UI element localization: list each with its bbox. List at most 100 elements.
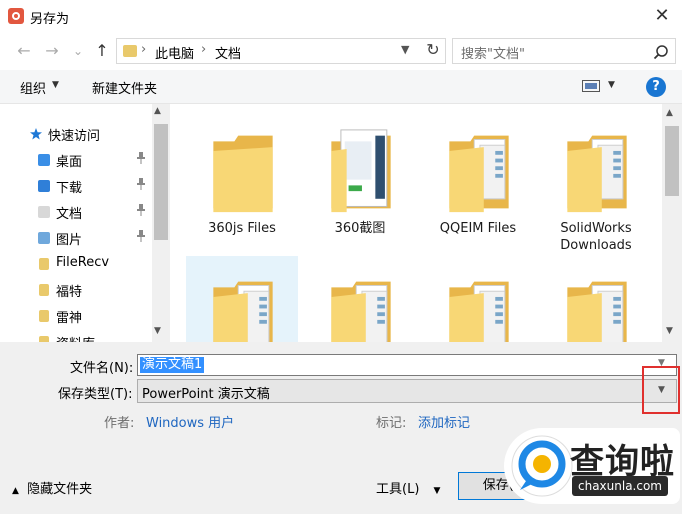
chevron-down-icon[interactable]: ▼: [401, 43, 409, 56]
new-folder-button[interactable]: 新建文件夹: [92, 78, 157, 97]
folder-name: 360js Files: [208, 221, 276, 236]
sidebar-item[interactable]: 文档: [28, 200, 154, 224]
scroll-up-arrow-icon[interactable]: ▲: [154, 106, 161, 116]
hide-folders-label: 隐藏文件夹: [27, 482, 93, 497]
folder-tile[interactable]: [304, 256, 416, 342]
refresh-button[interactable]: ↻: [423, 40, 443, 59]
folder-name: SolidWorks Downloads: [560, 221, 632, 253]
recent-locations-button[interactable]: ⌄: [68, 41, 88, 61]
navigation-pane: 快速访问 桌面下载文档图片 FileRecv 福特雷神资料库 ▲ ▼: [0, 104, 170, 342]
file-list: 360js Files 360截图 QQEIM Files SolidWorks Do…: [170, 104, 682, 342]
star-icon: [30, 128, 42, 140]
help-button[interactable]: ?: [646, 77, 666, 97]
folder-tile[interactable]: [186, 256, 298, 342]
folder-tile[interactable]: SolidWorks Downloads: [540, 110, 652, 253]
sidebar-item-label: 桌面: [56, 155, 83, 170]
chevron-down-icon[interactable]: ▼: [52, 80, 59, 90]
highlight-box: [642, 366, 680, 414]
pin-icon[interactable]: [136, 230, 146, 245]
folder-icon: [331, 129, 391, 213]
search-box[interactable]: 搜索"文档": [452, 38, 676, 64]
sidebar-item-label: 资料库: [56, 333, 95, 342]
sidebar-item-label: 文档: [56, 207, 83, 222]
filename-value[interactable]: 演示文稿1: [140, 357, 205, 373]
author-value[interactable]: Windows 用户: [146, 412, 234, 431]
folder-name: 360截图: [334, 221, 386, 236]
search-input[interactable]: 搜索"文档": [461, 43, 525, 62]
watermark-url: chaxunla.com: [572, 476, 668, 496]
folder-name: QQEIM Files: [439, 221, 517, 236]
filetype-label: 保存类型(T):: [58, 387, 133, 402]
filename-input[interactable]: 演示文稿1 ▼: [137, 354, 677, 376]
watermark: 查询啦 chaxunla.com: [504, 428, 680, 504]
scroll-down-arrow-icon[interactable]: ▼: [666, 326, 673, 336]
folder-tile[interactable]: [422, 256, 534, 342]
folder-icon: [331, 281, 391, 342]
navigation-bar: ← → ⌄ ↑ › 此电脑 › 文档 ▼ ↻ 搜索"文档": [0, 32, 682, 70]
folder-icon: [567, 281, 627, 342]
tags-label: 标记:: [376, 416, 407, 431]
folder-icon: [39, 310, 49, 322]
chevron-up-icon: ▲: [12, 486, 19, 496]
sidebar-item-quick-access[interactable]: 快速访问: [28, 122, 154, 146]
scroll-down-arrow-icon[interactable]: ▼: [154, 326, 161, 336]
sidebar-item[interactable]: 福特: [28, 278, 154, 302]
pictures-icon: [38, 232, 50, 244]
close-button[interactable]: ✕: [650, 4, 674, 28]
file-list-scroll-thumb[interactable]: [665, 126, 679, 196]
chaxunla-logo: [511, 435, 573, 497]
window-title: 另存为: [30, 12, 70, 27]
breadcrumb-documents[interactable]: 文档: [215, 43, 241, 62]
folder-tile[interactable]: QQEIM Files: [422, 110, 534, 240]
sidebar-item[interactable]: 资料库: [28, 330, 154, 342]
documents-folder-icon: [123, 45, 137, 57]
pin-icon[interactable]: [136, 178, 146, 193]
documents-icon: [38, 206, 50, 218]
sidebar-item-label: 快速访问: [48, 129, 101, 144]
organize-button[interactable]: 组织: [20, 78, 46, 97]
title-bar: 另存为 ✕: [0, 0, 682, 32]
pin-icon[interactable]: [136, 204, 146, 219]
sidebar-item-label: 雷神: [56, 311, 83, 326]
chevron-down-icon[interactable]: ▼: [608, 80, 615, 90]
breadcrumb-separator[interactable]: ›: [141, 42, 146, 57]
tools-label: 工具(L): [376, 482, 420, 497]
sidebar-item[interactable]: 桌面: [28, 148, 154, 172]
folder-icon: [449, 135, 509, 213]
scroll-up-arrow-icon[interactable]: ▲: [666, 108, 673, 118]
sidebar-item-label: FileRecv: [56, 255, 110, 270]
filetype-value[interactable]: PowerPoint 演示文稿: [142, 383, 270, 402]
back-button[interactable]: ←: [14, 41, 34, 61]
sidebar-item[interactable]: 下载: [28, 174, 154, 198]
address-bar[interactable]: › 此电脑 › 文档 ▼ ↻: [116, 38, 446, 64]
folder-icon: [449, 281, 509, 342]
author-label: 作者:: [104, 416, 135, 431]
folder-tile[interactable]: [540, 256, 652, 342]
folder-icon: [567, 135, 627, 213]
tags-value[interactable]: 添加标记: [418, 412, 470, 431]
sidebar-item-label: 图片: [56, 233, 83, 248]
change-view-icon[interactable]: [582, 80, 600, 92]
desktop-icon: [38, 154, 50, 166]
sidebar-item[interactable]: FileRecv: [28, 252, 154, 276]
sidebar-scroll-thumb[interactable]: [154, 124, 168, 240]
sidebar-item-label: 福特: [56, 285, 83, 300]
sidebar-item-label: 下载: [56, 181, 83, 196]
up-button[interactable]: ↑: [92, 41, 112, 61]
pin-icon[interactable]: [136, 152, 146, 167]
folder-icon: [213, 135, 273, 213]
tools-button[interactable]: 工具(L) ▼: [376, 478, 440, 497]
breadcrumb-this-pc[interactable]: 此电脑: [155, 43, 194, 62]
forward-button[interactable]: →: [42, 41, 62, 61]
filetype-select[interactable]: PowerPoint 演示文稿 ▼: [137, 379, 677, 403]
hide-folders-button[interactable]: ▲ 隐藏文件夹: [12, 478, 92, 497]
sidebar-item[interactable]: 图片: [28, 226, 154, 250]
folder-tile[interactable]: 360截图: [304, 110, 416, 240]
breadcrumb-separator[interactable]: ›: [201, 42, 206, 57]
folder-icon: [39, 258, 49, 270]
folder-tile[interactable]: 360js Files: [186, 110, 298, 240]
search-icon[interactable]: [653, 44, 669, 60]
folder-icon: [39, 284, 49, 296]
sidebar-item[interactable]: 雷神: [28, 304, 154, 328]
folder-icon: [213, 281, 273, 342]
